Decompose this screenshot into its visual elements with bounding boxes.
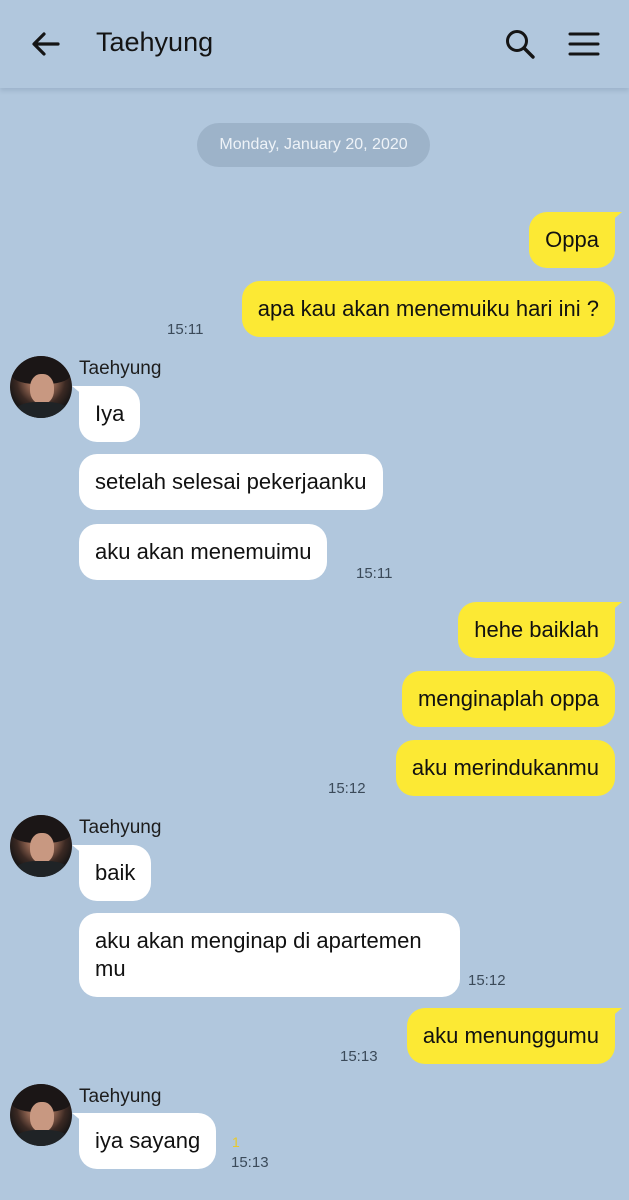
sender-name: Taehyung — [79, 358, 162, 379]
my-message-bubble[interactable]: hehe baiklah — [458, 602, 622, 658]
my-message-bubble[interactable]: Oppa — [529, 212, 622, 268]
message-timestamp: 15:11 — [167, 321, 204, 338]
message-timestamp: 15:13 — [340, 1048, 378, 1065]
date-divider: Monday, January 20, 2020 — [197, 123, 430, 167]
search-icon — [506, 30, 535, 59]
arrow-left-icon — [32, 32, 60, 56]
sender-name: Taehyung — [79, 1086, 162, 1107]
my-message-bubble[interactable]: aku merindukanmu — [395, 740, 615, 796]
hamburger-menu-icon — [568, 32, 600, 56]
their-message-bubble[interactable]: iya sayang — [71, 1113, 217, 1169]
avatar[interactable] — [10, 815, 72, 877]
my-message-bubble[interactable]: menginaplah oppa — [401, 671, 615, 727]
their-message-bubble[interactable]: Iya — [71, 386, 141, 442]
back-button[interactable] — [28, 26, 64, 62]
chat-header: Taehyung — [0, 0, 629, 88]
menu-button[interactable] — [566, 26, 602, 62]
sender-name: Taehyung — [79, 817, 162, 838]
my-message-bubble[interactable]: aku menunggumu — [406, 1008, 623, 1064]
message-timestamp: 15:13 — [231, 1154, 269, 1171]
avatar[interactable] — [10, 356, 72, 418]
my-message-bubble[interactable]: apa kau akan menemuiku hari ini ? — [241, 281, 615, 337]
search-button[interactable] — [502, 26, 538, 62]
their-message-bubble[interactable]: setelah selesai pekerjaanku — [79, 454, 383, 510]
chat-title: Taehyung — [96, 27, 214, 57]
their-message-bubble[interactable]: baik — [71, 845, 152, 901]
unread-count: 1 — [232, 1134, 240, 1150]
their-message-bubble[interactable]: aku akan menginap di apartemen mu — [79, 913, 460, 997]
message-timestamp: 15:12 — [468, 972, 506, 989]
their-message-bubble[interactable]: aku akan menemuimu — [79, 524, 328, 580]
avatar[interactable] — [10, 1084, 72, 1146]
message-timestamp: 15:12 — [328, 780, 366, 797]
message-timestamp: 15:11 — [356, 565, 393, 582]
